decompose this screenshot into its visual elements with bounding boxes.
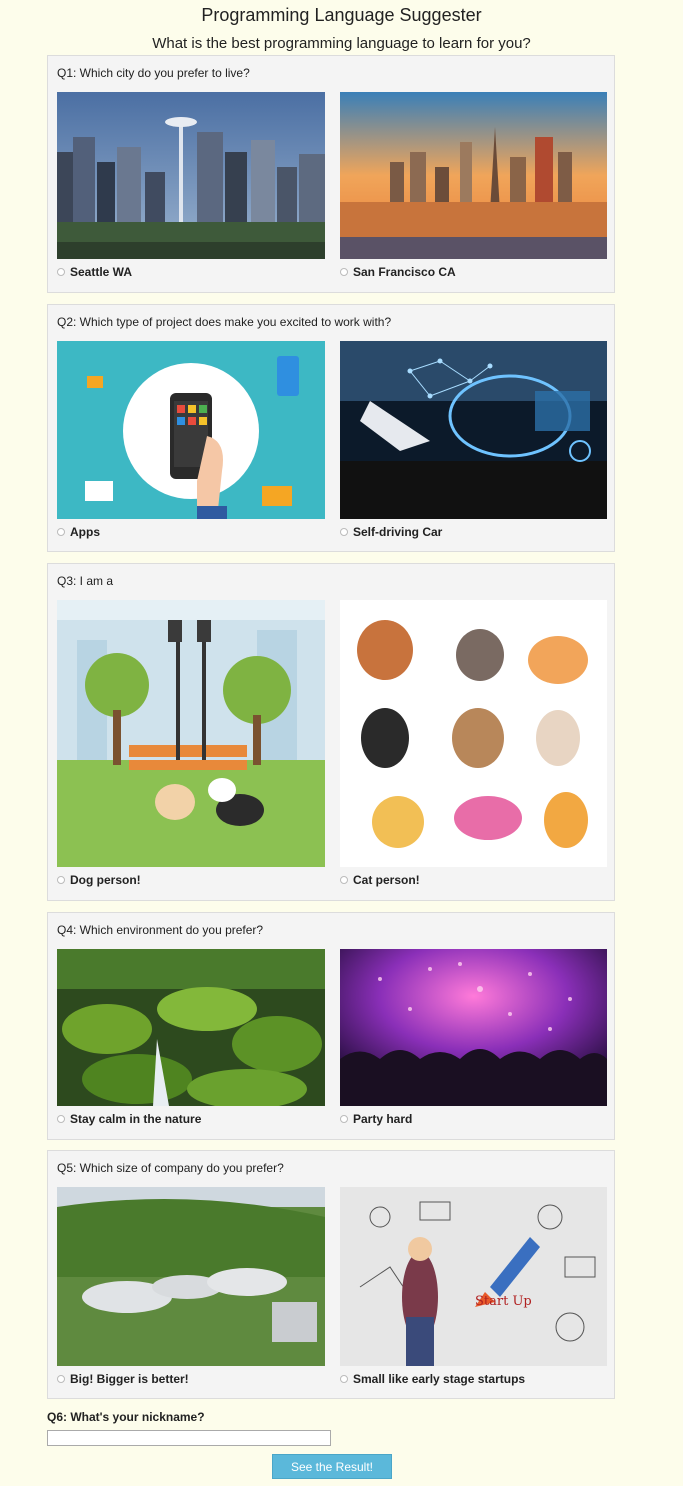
question-label: Q2: Which type of project does make you … <box>57 315 392 329</box>
question-4: Q4: Which environment do you prefer? Sta… <box>47 912 615 1140</box>
option-party[interactable]: Party hard <box>340 949 607 1126</box>
radio-button[interactable] <box>340 528 348 536</box>
radio-button[interactable] <box>340 876 348 884</box>
radio-button[interactable] <box>57 528 65 536</box>
option-startup[interactable]: Start Up Small like early stage startups <box>340 1187 607 1386</box>
mossy-forest-image[interactable] <box>57 949 325 1106</box>
corporate-campus-image[interactable] <box>57 1187 325 1366</box>
option-dog-person[interactable]: Dog person! <box>57 600 325 887</box>
question-label: Q3: I am a <box>57 574 114 588</box>
nickname-input[interactable] <box>47 1430 331 1446</box>
option-nature[interactable]: Stay calm in the nature <box>57 949 325 1126</box>
option-label: Cat person! <box>353 873 420 887</box>
san-francisco-skyline-image[interactable] <box>340 92 607 259</box>
question-label: Q1: Which city do you prefer to live? <box>57 66 250 80</box>
startup-sketch-image[interactable]: Start Up <box>340 1187 607 1366</box>
option-self-driving-car[interactable]: Self-driving Car <box>340 341 607 539</box>
smartphone-apps-image[interactable] <box>57 341 325 519</box>
radio-button[interactable] <box>340 268 348 276</box>
option-label: Small like early stage startups <box>353 1372 526 1386</box>
dogs-in-park-image[interactable] <box>57 600 325 867</box>
question-label: Q4: Which environment do you prefer? <box>57 923 264 937</box>
radio-button[interactable] <box>340 1375 348 1383</box>
option-cat-person[interactable]: Cat person! <box>340 600 607 887</box>
question-1: Q1: Which city do you prefer to live? Se… <box>47 55 615 293</box>
option-big-company[interactable]: Big! Bigger is better! <box>57 1187 325 1386</box>
option-apps[interactable]: Apps <box>57 341 325 539</box>
nickname-label: Q6: What's your nickname? <box>47 1410 205 1424</box>
radio-button[interactable] <box>340 1115 348 1123</box>
radio-button[interactable] <box>57 268 65 276</box>
option-label: San Francisco CA <box>353 265 456 279</box>
radio-button[interactable] <box>57 876 65 884</box>
self-driving-car-image[interactable] <box>340 341 607 519</box>
party-crowd-image[interactable] <box>340 949 607 1106</box>
option-label: Party hard <box>353 1112 413 1126</box>
question-2: Q2: Which type of project does make you … <box>47 304 615 552</box>
question-label: Q5: Which size of company do you prefer? <box>57 1161 284 1175</box>
cats-image[interactable] <box>340 600 607 867</box>
option-label: Dog person! <box>70 873 141 887</box>
radio-button[interactable] <box>57 1375 65 1383</box>
option-label: Self-driving Car <box>353 525 443 539</box>
option-seattle[interactable]: Seattle WA <box>57 92 325 279</box>
question-3: Q3: I am a Dog person! Cat person! <box>47 563 615 901</box>
see-result-button[interactable]: See the Result! <box>272 1454 392 1479</box>
page-subtitle: What is the best programming language to… <box>152 35 531 52</box>
question-5: Q5: Which size of company do you prefer?… <box>47 1150 615 1399</box>
option-label: Seattle WA <box>70 265 133 279</box>
page-title: Programming Language Suggester <box>201 5 482 25</box>
option-label: Big! Bigger is better! <box>70 1372 189 1386</box>
option-label: Stay calm in the nature <box>70 1112 202 1126</box>
option-label: Apps <box>70 525 100 539</box>
seattle-skyline-image[interactable] <box>57 92 325 259</box>
option-san-francisco[interactable]: San Francisco CA <box>340 92 607 279</box>
svg-text:Start Up: Start Up <box>475 1294 532 1309</box>
radio-button[interactable] <box>57 1115 65 1123</box>
